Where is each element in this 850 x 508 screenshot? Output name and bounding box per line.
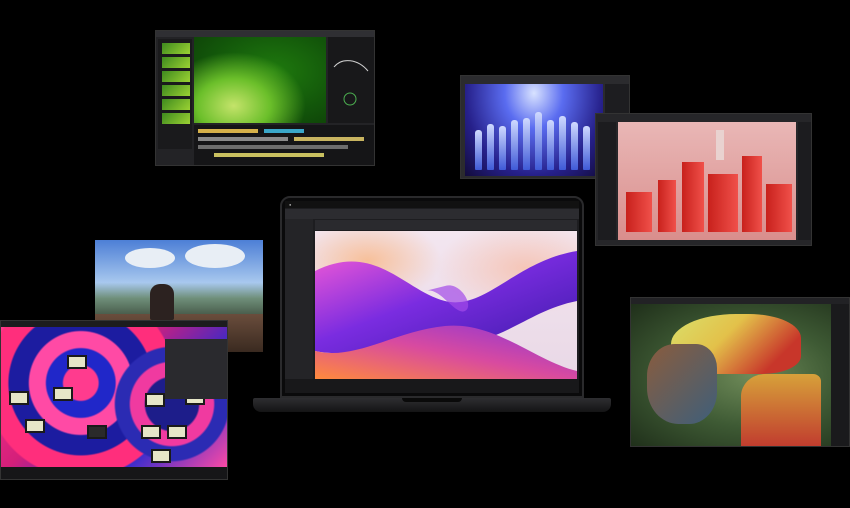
clip-thumbnail[interactable] [162, 57, 190, 68]
video-viewer [194, 37, 326, 123]
scope-graph [333, 60, 369, 106]
timeline-clip[interactable] [294, 137, 364, 141]
cloud [125, 248, 175, 268]
red-block [626, 192, 652, 232]
dancer-figure [559, 116, 566, 170]
video-timeline[interactable] [194, 125, 374, 165]
video-editor-window[interactable] [155, 30, 375, 166]
clip-thumbnail[interactable] [162, 113, 190, 124]
portrait-side-panel[interactable] [831, 304, 849, 446]
video-editor-media-browser[interactable] [158, 39, 192, 149]
timeline-clip[interactable] [264, 129, 304, 133]
laptop-screen[interactable]: ● [285, 201, 579, 393]
clip-thumbnail[interactable] [162, 71, 190, 82]
photo-canvas[interactable] [465, 84, 603, 176]
macos-menubar[interactable]: ● [285, 201, 579, 208]
dancer-figure [487, 124, 494, 170]
timeline-clip[interactable] [198, 145, 348, 149]
dancer-figure [571, 122, 578, 170]
3d-editor-window[interactable] [595, 113, 812, 246]
red-tower [742, 156, 762, 232]
motion-timeline[interactable] [1, 467, 227, 479]
portrait-editor-window[interactable] [630, 297, 850, 447]
laptop-hinge-notch [402, 398, 462, 402]
dancer-figure [523, 118, 530, 170]
face-profile [647, 344, 717, 424]
clip-thumbnail[interactable] [162, 43, 190, 54]
dancer-figure [511, 120, 518, 170]
timeline-clip[interactable] [198, 137, 288, 141]
video-scope-panel [328, 37, 374, 123]
dancer-figure [475, 130, 482, 170]
dancer-figure [535, 112, 542, 170]
red-tower [682, 162, 704, 232]
3d-viewport[interactable] [618, 122, 796, 240]
media-tile[interactable] [67, 355, 87, 369]
red-block [658, 180, 676, 232]
media-tile[interactable] [87, 425, 107, 439]
apple-icon[interactable]: ● [289, 202, 291, 207]
dancer-figure [499, 126, 506, 170]
app-toolbar[interactable] [285, 209, 579, 219]
shoulder-scarf [741, 374, 821, 446]
cloud [185, 244, 245, 268]
media-tile[interactable] [141, 425, 161, 439]
timeline-clip[interactable] [198, 129, 258, 133]
canvas-title-bar [315, 220, 577, 230]
motion-graphics-window[interactable] [0, 320, 228, 480]
app-timeline[interactable] [285, 379, 579, 393]
dancer-figure [583, 126, 590, 170]
timeline-clip[interactable] [214, 153, 324, 157]
dancer-figure [547, 120, 554, 170]
media-tile[interactable] [145, 393, 165, 407]
red-block [766, 184, 792, 232]
media-tile[interactable] [25, 419, 45, 433]
white-spire [716, 130, 724, 160]
media-tile[interactable] [53, 387, 73, 401]
media-tile[interactable] [167, 425, 187, 439]
app-tool-panel[interactable] [285, 219, 313, 393]
red-block [708, 174, 738, 232]
clip-thumbnail[interactable] [162, 99, 190, 110]
media-tile[interactable] [151, 449, 171, 463]
clip-thumbnail[interactable] [162, 85, 190, 96]
character-figure [150, 284, 174, 320]
3d-tool-shelf[interactable] [598, 122, 616, 240]
abstract-ribbon-artwork [315, 251, 577, 379]
media-tile[interactable] [9, 391, 29, 405]
app-canvas[interactable] [315, 231, 577, 379]
motion-inspector-panel[interactable] [165, 339, 227, 399]
portrait-canvas[interactable] [631, 304, 831, 446]
3d-properties-panel[interactable] [798, 122, 811, 240]
